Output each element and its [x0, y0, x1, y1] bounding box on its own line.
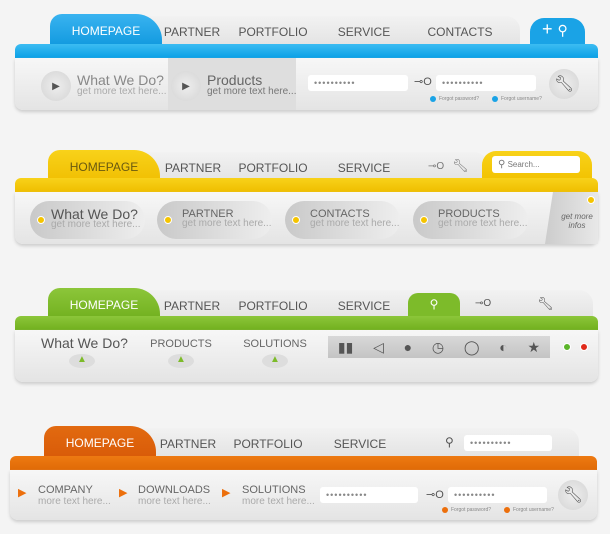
megaphone-icon[interactable]: ◁ — [373, 339, 384, 356]
nav2-tab-service[interactable]: SERVICE — [338, 161, 390, 175]
nav1-tab-partner[interactable]: PARTNER — [164, 25, 220, 39]
nav2-bar — [15, 178, 598, 192]
nav1-bar — [15, 44, 598, 58]
nav1-tools-tab: + ⚲ — [530, 18, 585, 46]
speech-bubble-icon[interactable]: ◯ — [464, 339, 480, 356]
play-icon[interactable]: ▶ — [171, 71, 201, 101]
nav4-tab-service[interactable]: SERVICE — [334, 437, 386, 451]
forgot-username-link[interactable]: Forgot username? — [513, 507, 554, 513]
nav2-item[interactable]: What We Do? get more text here... — [30, 201, 145, 239]
nav3-tab-partner[interactable]: PARTNER — [164, 299, 220, 313]
pin-icon[interactable]: ● — [404, 339, 412, 355]
nav2-item[interactable]: PARTNER get more text here... — [157, 201, 272, 239]
forgot-password-link[interactable]: Forgot password? — [451, 507, 491, 513]
star-icon[interactable]: ★ — [528, 339, 541, 356]
password-input[interactable]: •••••••••• — [308, 75, 408, 91]
nav2-item[interactable]: PRODUCTS get more text here... — [413, 201, 528, 239]
play-icon[interactable]: ▶ — [41, 71, 71, 101]
red-status-dot[interactable] — [580, 343, 588, 351]
arrow-right-icon: ▶ — [222, 487, 231, 499]
bullet-icon — [430, 96, 436, 102]
key-icon: ⊸O — [414, 76, 432, 88]
plus-icon[interactable]: + — [542, 19, 553, 39]
search-icon[interactable]: ⚲ — [408, 293, 460, 317]
nav3-bar — [15, 316, 598, 330]
nav1-tab-service[interactable]: SERVICE — [338, 25, 390, 39]
nav1-item-products[interactable]: Products get more text here... — [207, 72, 297, 97]
nav3-item-what-we-do[interactable]: What We Do? — [41, 335, 128, 351]
nav4-item-company[interactable]: COMPANY more text here... — [38, 484, 111, 507]
get-more-infos-link[interactable]: get more infos — [558, 212, 596, 230]
forgot-username-link[interactable]: Forgot username? — [501, 96, 542, 102]
nav2-item[interactable]: CONTACTS get more text here... — [285, 201, 400, 239]
nav4-tab-homepage[interactable]: HOMEPAGE — [44, 426, 156, 460]
key-icon: ⊸O — [426, 489, 444, 501]
search-icon: ⚲ — [498, 159, 506, 170]
search-icon[interactable]: ⚲ — [445, 435, 454, 449]
nav1-tab-homepage[interactable]: HOMEPAGE — [50, 14, 162, 48]
nav1-tab-contacts[interactable]: CONTACTS — [427, 25, 492, 39]
mouse-icon[interactable]: ◐ — [499, 339, 507, 355]
nav4-item-downloads[interactable]: DOWNLOADS more text here... — [138, 484, 211, 507]
bullet-icon — [442, 507, 448, 513]
nav1-tab-portfolio[interactable]: PORTFOLIO — [238, 25, 307, 39]
nav4-tab-partner[interactable]: PARTNER — [160, 437, 216, 451]
nav3-icon-toolbar: ▮▮ ◁ ● ◷ ◯ ◐ ★ — [328, 336, 550, 358]
nav2-tab-partner[interactable]: PARTNER — [165, 161, 221, 175]
triangle-up-icon: ▲ — [168, 354, 194, 368]
bar-chart-icon[interactable]: ▮▮ — [338, 339, 353, 356]
wrench-icon[interactable]: 🔧︎ — [537, 296, 554, 312]
arrow-right-icon: ▶ — [119, 487, 128, 499]
triangle-up-icon: ▲ — [69, 354, 95, 368]
nav4-tab-portfolio[interactable]: PORTFOLIO — [233, 437, 302, 451]
wrench-icon[interactable]: 🔧︎ — [549, 69, 579, 99]
password-input[interactable]: •••••••••• — [320, 487, 418, 503]
nav3-tab-portfolio[interactable]: PORTFOLIO — [238, 299, 307, 313]
bullet-icon — [504, 507, 510, 513]
nav3-item-products[interactable]: PRODUCTS — [150, 338, 212, 350]
nav3-tab-service[interactable]: SERVICE — [338, 299, 390, 313]
username-input[interactable]: •••••••••• — [436, 75, 536, 91]
nav2-tab-portfolio[interactable]: PORTFOLIO — [238, 161, 307, 175]
wrench-icon[interactable]: 🔧︎ — [558, 480, 588, 510]
key-icon[interactable]: ⊸O — [475, 298, 491, 309]
search-icon[interactable]: ⚲ — [558, 22, 568, 38]
nav4-item-solutions[interactable]: SOLUTIONS more text here... — [242, 484, 315, 507]
username-input[interactable]: •••••••••• — [448, 487, 547, 503]
arrow-right-icon: ▶ — [18, 487, 27, 499]
triangle-up-icon: ▲ — [262, 354, 288, 368]
clock-icon[interactable]: ◷ — [432, 339, 444, 356]
nav3-item-solutions[interactable]: SOLUTIONS — [243, 338, 307, 350]
search-input[interactable]: ⚲ Search... — [492, 156, 580, 173]
nav1-item-what-we-do[interactable]: What We Do? get more text here... — [77, 72, 167, 97]
wrench-icon[interactable]: 🔧︎ — [452, 158, 469, 174]
green-status-dot[interactable] — [563, 343, 571, 351]
key-icon[interactable]: ⊸O — [428, 161, 444, 172]
bullet-icon — [587, 196, 595, 204]
forgot-password-link[interactable]: Forgot password? — [439, 96, 479, 102]
nav4-bar — [10, 456, 597, 470]
search-input[interactable]: •••••••••• — [464, 435, 552, 451]
bullet-icon — [492, 96, 498, 102]
